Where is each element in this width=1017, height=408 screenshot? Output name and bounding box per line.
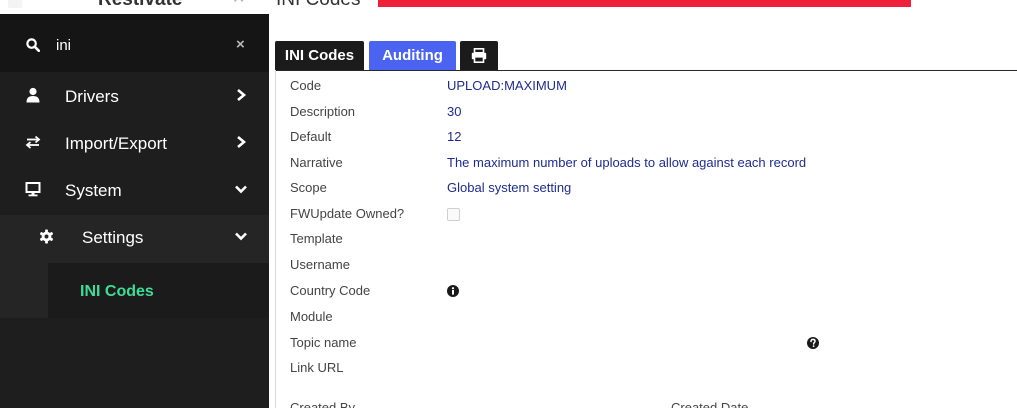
tab-print[interactable]	[460, 41, 498, 70]
field-label-username: Username	[290, 257, 350, 272]
sidebar-item-label: System	[65, 181, 122, 200]
tab-divider	[275, 70, 1017, 71]
sidebar-item-label: Import/Export	[65, 134, 168, 153]
sidebar-item-label: INI Codes	[80, 283, 154, 300]
field-label-description: Description	[290, 104, 356, 119]
exchange-icon	[25, 135, 41, 149]
fwupdate-owned-checkbox[interactable]	[447, 208, 460, 221]
panel-border	[275, 70, 276, 408]
sidebar-item-label: Drivers	[65, 87, 119, 106]
field-label-code: Code	[290, 78, 322, 93]
field-label-country-code: Country Code	[290, 283, 371, 298]
field-value-description: 30	[447, 104, 462, 119]
field-label-created-date: Created Date	[671, 400, 749, 408]
app-window: Restivate ✕ INI Codes × Drivers	[0, 0, 1017, 408]
menu-toggle-icon[interactable]	[8, 0, 22, 8]
page-title: INI Codes	[276, 0, 360, 9]
sidebar-item-ini-codes[interactable]: INI Codes	[48, 263, 269, 318]
field-value-default: 12	[447, 129, 462, 144]
main-content: INI Codes Auditing Code UPLOAD:MAXIMUM D…	[269, 14, 1017, 408]
user-icon	[26, 87, 40, 103]
field-label-template: Template	[290, 231, 343, 246]
info-icon[interactable]	[447, 285, 459, 297]
desktop-icon	[25, 182, 41, 197]
chevron-down-icon	[235, 185, 247, 194]
field-label-narrative: Narrative	[290, 155, 343, 170]
sidebar-item-import-export[interactable]: Import/Export	[0, 121, 269, 167]
close-icon[interactable]: ✕	[232, 0, 245, 7]
field-label-created-by: Created By	[290, 400, 356, 408]
field-label-default: Default	[290, 129, 332, 144]
field-value-narrative: The maximum number of uploads to allow a…	[447, 155, 807, 170]
field-label-fwupdate-owned: FWUpdate Owned?	[290, 206, 405, 221]
gear-icon	[39, 229, 54, 244]
field-value-scope: Global system setting	[447, 180, 572, 195]
field-value-code: UPLOAD:MAXIMUM	[447, 78, 567, 93]
print-icon	[471, 48, 487, 63]
redaction-bar	[378, 0, 911, 7]
field-label-module: Module	[290, 309, 333, 324]
brand-logo-icon	[60, 0, 96, 6]
chevron-down-icon	[235, 232, 247, 241]
help-icon[interactable]	[807, 337, 819, 349]
system-submenu: Settings INI Codes	[0, 215, 269, 318]
chevron-right-icon	[237, 136, 247, 148]
field-label-scope: Scope	[290, 180, 327, 195]
field-label-topic-name: Topic name	[290, 335, 357, 350]
tab-auditing[interactable]: Auditing	[369, 41, 456, 70]
top-header: Restivate ✕ INI Codes	[0, 0, 1017, 14]
search-input[interactable]	[56, 34, 206, 56]
brand-name: Restivate	[98, 0, 183, 9]
sidebar-item-label: Settings	[82, 228, 144, 247]
tab-ini-codes[interactable]: INI Codes	[275, 41, 364, 70]
clear-search-icon[interactable]: ×	[236, 36, 245, 54]
sidebar-item-settings[interactable]: Settings	[0, 215, 269, 261]
search-icon	[26, 38, 40, 52]
sidebar: × Drivers Import/Export	[0, 14, 269, 408]
chevron-right-icon	[237, 89, 247, 101]
sidebar-item-system[interactable]: System	[0, 168, 269, 214]
field-label-link-url: Link URL	[290, 360, 344, 375]
sidebar-item-drivers[interactable]: Drivers	[0, 74, 269, 120]
sidebar-search: ×	[0, 14, 269, 72]
